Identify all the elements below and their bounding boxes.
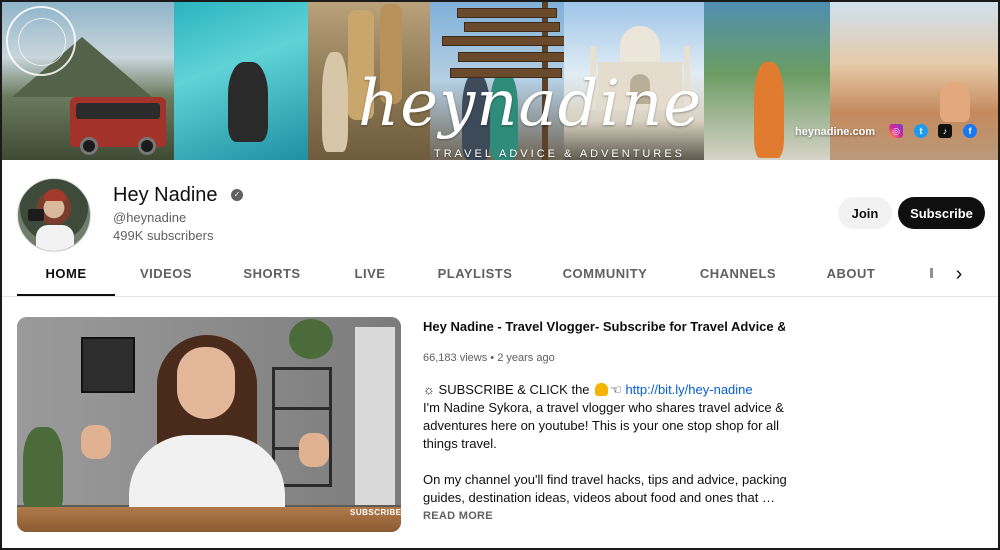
featured-video-player[interactable]: SUBSCRIBE: [17, 317, 401, 532]
facebook-icon[interactable]: f: [963, 124, 977, 138]
tab-playlists[interactable]: PLAYLISTS: [427, 256, 523, 296]
subscribe-link[interactable]: http://bit.ly/hey-nadine: [625, 382, 752, 397]
desc-line: guides, destination ideas, videos about …: [423, 490, 775, 505]
chevron-right-icon[interactable]: ›: [950, 264, 968, 284]
twitter-icon[interactable]: t: [914, 124, 928, 138]
channel-banner: heynadine TRAVEL ADVICE & ADVENTURES hey…: [2, 2, 998, 160]
channel-tabs: HOME VIDEOS SHORTS LIVE PLAYLISTS COMMUN…: [17, 256, 967, 296]
channel-avatar[interactable]: [17, 178, 91, 252]
tab-community[interactable]: COMMUNITY: [551, 256, 659, 296]
tab-search-partial[interactable]: [930, 268, 933, 278]
banner-website-link[interactable]: heynadine.com: [795, 126, 875, 138]
verified-check-icon: ✓: [231, 189, 243, 201]
join-button[interactable]: Join: [838, 197, 892, 229]
player-subscribe-overlay: SUBSCRIBE: [350, 508, 401, 517]
desc-line: I'm Nadine Sykora, a travel vlogger who …: [423, 400, 784, 415]
wall-art: [81, 337, 135, 393]
tab-live[interactable]: LIVE: [343, 256, 397, 296]
channel-handle: @heynadine: [113, 210, 187, 225]
featured-video-title[interactable]: Hey Nadine - Travel Vlogger- Subscribe f…: [423, 319, 785, 335]
desc-subscribe-prompt: ☼ SUBSCRIBE & CLICK the: [423, 382, 590, 397]
desc-line: adventures here on youtube! This is your…: [423, 418, 780, 433]
banner-logo-text: heynadine: [358, 67, 703, 141]
tab-channels[interactable]: CHANNELS: [689, 256, 787, 296]
camera-icon: [28, 209, 44, 221]
van-illustration: [70, 97, 166, 155]
tab-home[interactable]: HOME: [17, 256, 115, 296]
tab-videos[interactable]: VIDEOS: [127, 256, 205, 296]
tab-divider: [2, 296, 998, 297]
channel-name: Hey Nadine: [113, 184, 218, 206]
youtube-channel-page: heynadine TRAVEL ADVICE & ADVENTURES hey…: [2, 2, 998, 548]
video-description: ☼ SUBSCRIBE & CLICK the ☜ http://bit.ly/…: [423, 381, 787, 507]
tab-about[interactable]: ABOUT: [817, 256, 885, 296]
subscriber-count: 499K subscribers: [113, 228, 214, 243]
banner-tagline: TRAVEL ADVICE & ADVENTURES: [434, 148, 685, 160]
banner-photo-van: [2, 2, 174, 160]
tab-shorts[interactable]: SHORTS: [231, 256, 313, 296]
view-count: 66,183 views: [423, 352, 488, 364]
desc-line: things travel.: [423, 436, 497, 451]
instagram-icon[interactable]: ◎: [889, 124, 903, 138]
banner-photo-water: [174, 2, 308, 160]
tiktok-icon[interactable]: ♪: [938, 124, 952, 138]
subscribe-button[interactable]: Subscribe: [898, 197, 985, 229]
desc-line: On my channel you'll find travel hacks, …: [423, 472, 787, 487]
bell-icon: [595, 383, 609, 396]
upload-age: 2 years ago: [497, 352, 555, 364]
read-more-button[interactable]: READ MORE: [423, 510, 493, 522]
pointing-hand-icon: ☜: [610, 382, 622, 397]
video-meta: 66,183 views • 2 years ago: [423, 352, 555, 365]
banner-stamp-logo: [6, 6, 76, 76]
